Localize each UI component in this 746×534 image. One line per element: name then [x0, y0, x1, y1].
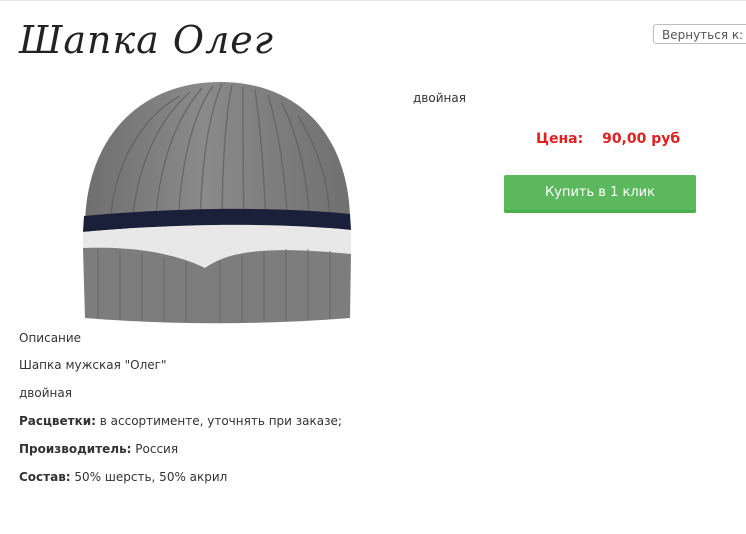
price: Цена: 90,00 руб — [536, 131, 680, 147]
page-title: Шапка Олег — [19, 18, 274, 62]
description-heading: Описание — [19, 331, 82, 345]
description-composition: Состав: 50% шерсть, 50% акрил — [19, 470, 227, 484]
buy-one-click-button[interactable]: Купить в 1 клик — [504, 175, 696, 213]
product-image — [83, 82, 351, 324]
maker-value: Россия — [131, 442, 179, 456]
price-value: 90,00 руб — [602, 131, 681, 147]
composition-label: Состав: — [19, 470, 71, 484]
short-description: двойная — [413, 91, 466, 105]
description-name: Шапка мужская "Олег" — [19, 358, 167, 372]
description-maker: Производитель: Россия — [19, 442, 178, 456]
colors-label: Расцветки: — [19, 414, 96, 428]
price-label: Цена: — [536, 131, 584, 147]
maker-label: Производитель: — [19, 442, 132, 456]
top-divider — [0, 0, 746, 1]
description-type: двойная — [19, 386, 72, 400]
composition-value: 50% шерсть, 50% акрил — [70, 470, 228, 484]
back-to-category-select[interactable]: Вернуться к: Муж — [653, 24, 746, 44]
colors-value: в ассортименте, уточнять при заказе; — [95, 414, 342, 428]
description-colors: Расцветки: в ассортименте, уточнять при … — [19, 414, 342, 428]
